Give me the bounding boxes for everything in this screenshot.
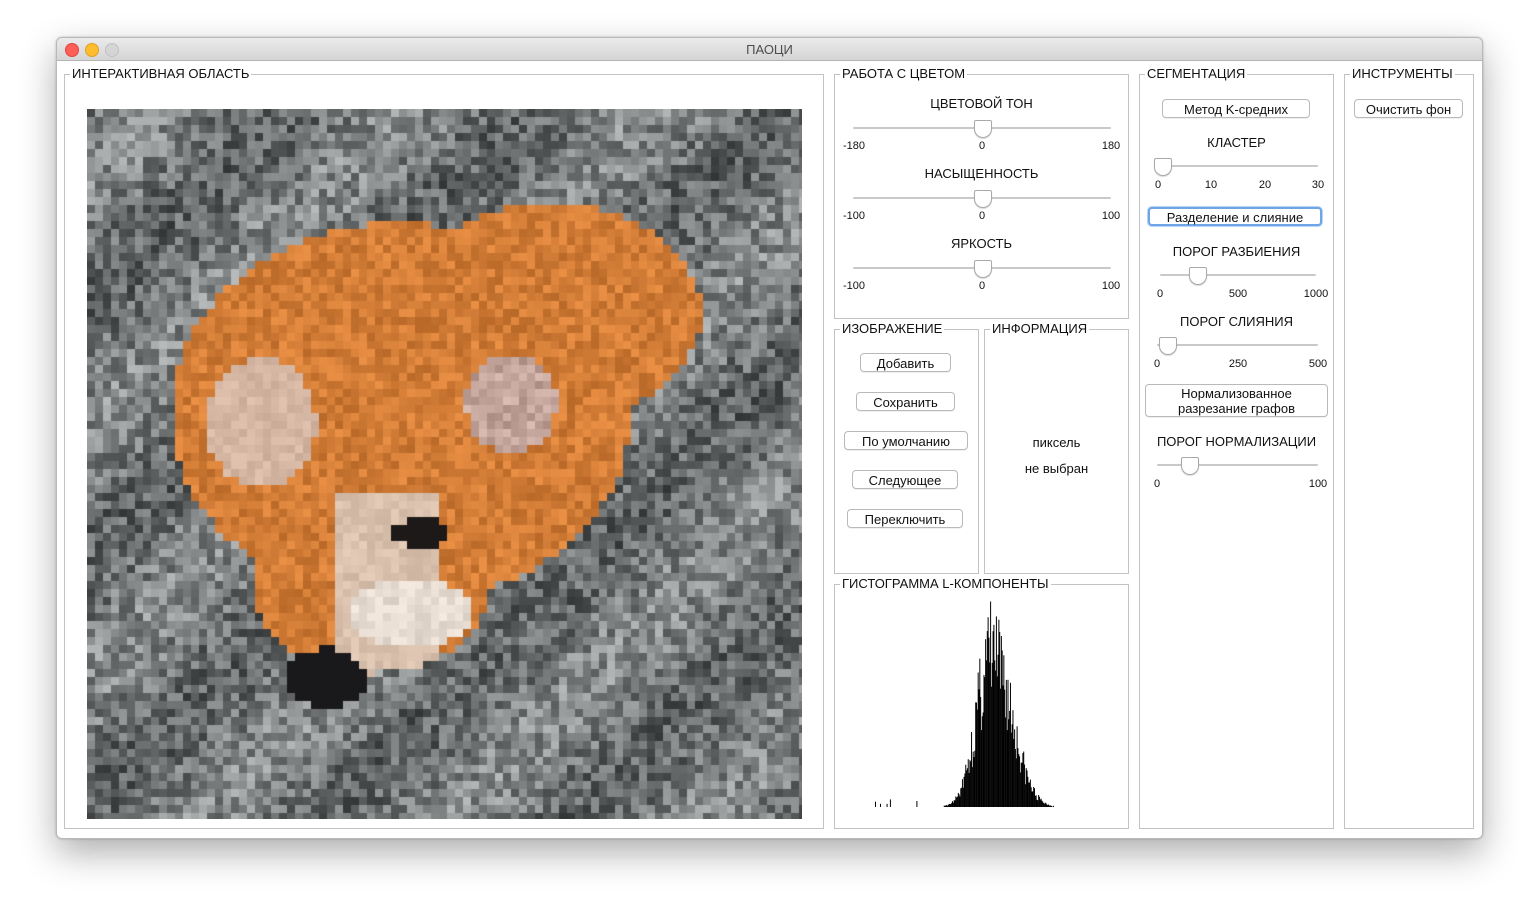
normalized-cut-line-2: разрезание графов (1178, 401, 1295, 416)
histogram-bar (916, 801, 918, 807)
interactive-area-title: ИНТЕРАКТИВНАЯ ОБЛАСТЬ (70, 66, 252, 82)
app-window: ПАОЦИ ИНТЕРАКТИВНАЯ ОБЛАСТЬ РАБОТА С ЦВЕ… (56, 37, 1483, 839)
segmentation-panel: СЕГМЕНТАЦИЯ Метод K-средних КЛАСТЕР 0 10… (1139, 66, 1334, 829)
main-content: ИНТЕРАКТИВНАЯ ОБЛАСТЬ РАБОТА С ЦВЕТОМ ЦВ… (57, 61, 1482, 838)
saturation-slider-thumb[interactable] (974, 190, 992, 208)
clear-background-button[interactable]: Очистить фон (1354, 99, 1463, 118)
brightness-min-tick: -100 (842, 280, 866, 292)
brightness-max-tick: 100 (1101, 280, 1121, 292)
histogram-bar (1053, 805, 1055, 807)
saturation-min-tick: -100 (842, 210, 866, 222)
merge-tick-2: 500 (1308, 358, 1328, 370)
split-slider-track[interactable] (1160, 274, 1316, 276)
merge-slider-thumb[interactable] (1159, 337, 1177, 355)
info-panel: ИНФОРМАЦИЯ пиксель не выбран (984, 321, 1129, 574)
tools-panel: ИНСТРУМЕНТЫ Очистить фон (1344, 66, 1474, 829)
merge-tick-0: 0 (1153, 358, 1161, 370)
interactive-area-panel: ИНТЕРАКТИВНАЯ ОБЛАСТЬ (64, 66, 824, 829)
norm-slider-thumb[interactable] (1181, 457, 1199, 475)
switch-button[interactable]: Переключить (847, 509, 963, 528)
image-panel: ИЗОБРАЖЕНИЕ Добавить Сохранить По умолча… (834, 321, 979, 574)
norm-tick-0: 0 (1153, 478, 1161, 490)
normalized-cut-line-1: Нормализованное (1181, 386, 1292, 401)
image-panel-title: ИЗОБРАЖЕНИЕ (840, 321, 945, 337)
add-button[interactable]: Добавить (860, 353, 951, 372)
split-threshold-label: ПОРОГ РАЗБИЕНИЯ (1172, 244, 1301, 259)
saturation-mid-tick: 0 (978, 210, 986, 222)
merge-threshold-label: ПОРОГ СЛИЯНИЯ (1180, 314, 1293, 329)
histogram-panel: ГИСТОГРАММА L-КОМПОНЕНТЫ (834, 576, 1129, 829)
dog-image-canvas[interactable] (87, 109, 802, 819)
cluster-tick-0: 0 (1154, 179, 1162, 191)
segmentation-panel-title: СЕГМЕНТАЦИЯ (1145, 66, 1248, 82)
normalization-threshold-label: ПОРОГ НОРМАЛИЗАЦИИ (1156, 434, 1317, 449)
histogram-bar (879, 803, 881, 807)
cluster-tick-1: 10 (1204, 179, 1218, 191)
split-slider-thumb[interactable] (1189, 267, 1207, 285)
cluster-tick-3: 30 (1311, 179, 1325, 191)
title-bar[interactable]: ПАОЦИ (57, 38, 1482, 61)
hue-mid-tick: 0 (978, 140, 986, 152)
cluster-tick-2: 20 (1258, 179, 1272, 191)
histogram-bar (886, 803, 888, 807)
save-button[interactable]: Сохранить (856, 392, 955, 411)
window-title: ПАОЦИ (746, 42, 793, 57)
brightness-label: ЯРКОСТЬ (950, 236, 1013, 251)
merge-tick-1: 250 (1228, 358, 1248, 370)
cluster-slider-thumb[interactable] (1154, 158, 1172, 176)
split-tick-1: 500 (1228, 288, 1248, 300)
info-line-2: не выбран (1024, 461, 1089, 476)
kmeans-button[interactable]: Метод K-средних (1162, 99, 1310, 118)
hue-min-tick: -180 (842, 140, 866, 152)
histogram-bar (889, 799, 891, 807)
saturation-max-tick: 100 (1101, 210, 1121, 222)
merge-slider-track[interactable] (1157, 344, 1318, 346)
color-panel: РАБОТА С ЦВЕТОМ ЦВЕТОВОЙ ТОН -180 0 180 … (834, 66, 1129, 319)
cluster-slider-track[interactable] (1160, 165, 1318, 167)
brightness-slider-thumb[interactable] (974, 260, 992, 278)
color-panel-title: РАБОТА С ЦВЕТОМ (840, 66, 968, 82)
split-tick-2: 1000 (1303, 288, 1329, 300)
hue-slider-thumb[interactable] (974, 120, 992, 138)
cluster-label: КЛАСТЕР (1207, 135, 1266, 150)
histogram-bar (1051, 805, 1053, 807)
hue-max-tick: 180 (1101, 140, 1121, 152)
info-panel-title: ИНФОРМАЦИЯ (990, 321, 1090, 337)
info-line-1: пиксель (1032, 435, 1081, 450)
normalized-cut-button[interactable]: Нормализованное разрезание графов (1145, 384, 1328, 417)
default-button[interactable]: По умолчанию (844, 431, 968, 450)
hue-label: ЦВЕТОВОЙ ТОН (930, 96, 1033, 111)
interactive-image[interactable] (87, 109, 802, 819)
norm-tick-1: 100 (1308, 478, 1328, 490)
tools-panel-title: ИНСТРУМЕНТЫ (1350, 66, 1455, 82)
split-merge-button[interactable]: Разделение и слияние (1148, 207, 1322, 226)
saturation-label: НАСЫЩЕННОСТЬ (924, 166, 1039, 181)
brightness-mid-tick: 0 (978, 280, 986, 292)
split-tick-0: 0 (1156, 288, 1164, 300)
next-button[interactable]: Следующее (852, 470, 958, 489)
histogram-bar (875, 801, 876, 807)
l-histogram-chart (875, 601, 1055, 807)
